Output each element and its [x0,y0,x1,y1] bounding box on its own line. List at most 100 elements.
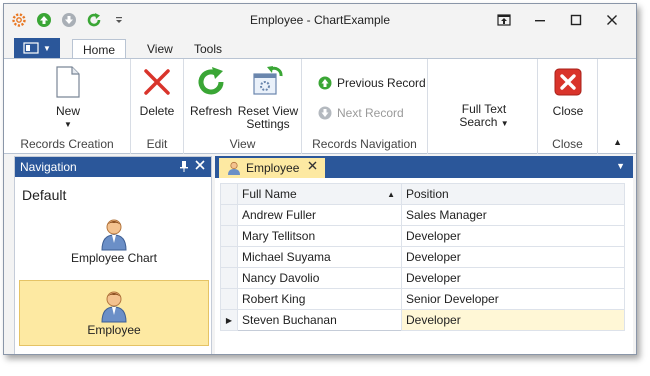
group-records-creation: New ▼ Records Creation [4,59,131,154]
group-edit: Delete Edit [131,59,184,154]
close-window-icon[interactable] [594,10,630,30]
current-row-indicator-icon: ▶ [220,309,238,331]
row-indicator [220,288,238,310]
cell-full-name[interactable]: Steven Buchanan [237,309,402,331]
cell-full-name[interactable]: Andrew Fuller [237,204,402,226]
collapse-ribbon-icon[interactable]: ▲ [613,137,622,147]
employee-icon [228,161,240,175]
nav-item-employee-chart[interactable]: Employee Chart [19,209,209,275]
cell-full-name[interactable]: Robert King [237,288,402,310]
document-tab-bar: Employee ▼ [215,156,633,178]
group-label: View [229,137,256,151]
close-icon [551,65,585,99]
close-button[interactable]: Close [546,65,590,118]
table-row[interactable]: Andrew Fuller Sales Manager [220,204,625,226]
arrow-down-icon [318,106,332,120]
refresh-button[interactable]: Refresh [188,65,234,118]
cell-position[interactable]: Developer [401,225,625,247]
navigation-panel: Navigation Default Employee Chart Employ… [14,156,212,354]
cell-position[interactable]: Developer [401,267,625,289]
new-button[interactable]: New ▼ [42,65,94,131]
reset-view-settings-icon [251,65,285,99]
chevron-down-icon: ▼ [64,120,72,129]
cell-full-name[interactable]: Mary Tellitson [237,225,402,247]
new-label: New [55,104,80,118]
group-label: Records Creation [20,137,114,151]
group-label: Records Navigation [312,137,417,151]
pin-window-icon[interactable] [486,10,522,30]
delete-icon [140,65,174,99]
sort-ascending-icon: ▲ [387,190,395,199]
row-indicator [220,246,238,268]
document-area: Employee ▼ Full Name ▲ Position Andrew F… [215,156,633,354]
delete-label: Delete [139,104,175,118]
cell-position[interactable]: Developer [401,309,625,331]
maximize-icon[interactable] [558,10,594,30]
row-indicator [220,267,238,289]
nav-item-employee[interactable]: Employee [19,280,209,346]
reset-view-label-2: Settings [246,117,290,131]
grid-header-row: Full Name ▲ Position [220,183,625,205]
cell-full-name[interactable]: Nancy Davolio [237,267,402,289]
row-indicator [220,225,238,247]
table-row[interactable]: Michael Suyama Developer [220,246,625,268]
navigation-group-title: Default [22,187,67,203]
close-tab-icon[interactable] [308,161,317,173]
row-indicator-header [220,183,238,205]
close-label: Close [552,104,584,118]
title-bar: Employee - ChartExample [4,4,636,36]
close-icon[interactable] [195,160,205,173]
cell-position[interactable]: Developer [401,246,625,268]
reset-view-settings-button[interactable]: Reset View Settings [237,65,299,131]
group-label: Edit [146,137,168,151]
table-row[interactable]: Nancy Davolio Developer [220,267,625,289]
employee-icon [101,219,127,251]
column-header-position[interactable]: Position [401,183,625,205]
group-view: Refresh Reset View Settings View [184,59,302,154]
chevron-down-icon: ▼ [43,43,51,53]
tab-view[interactable]: View [137,39,183,59]
document-tab-employee[interactable]: Employee [219,158,325,178]
nav-item-label: Employee Chart [70,251,158,265]
employee-grid: Full Name ▲ Position Andrew Fuller Sales … [220,183,625,331]
table-row-current[interactable]: ▶ Steven Buchanan Developer [220,309,625,331]
tab-tools[interactable]: Tools [184,39,232,59]
tab-list-dropdown-icon[interactable]: ▼ [616,161,625,171]
full-text-search-button[interactable]: Full Text Search ▼ [454,103,514,130]
minimize-icon[interactable] [522,10,558,30]
nav-item-label: Employee [87,323,141,337]
group-close: Close Close [538,59,598,154]
navigation-title: Navigation [20,160,77,174]
ribbon: New ▼ Records Creation Delete Edit Refre… [4,58,636,154]
pin-icon[interactable] [179,160,189,175]
next-record-label: Next Record [337,106,404,120]
table-row[interactable]: Robert King Senior Developer [220,288,625,310]
navigation-header: Navigation [15,157,211,177]
app-window: Employee - ChartExample ▼ Home View Tool… [3,3,637,355]
group-label: Close [552,137,583,151]
row-indicator [220,204,238,226]
previous-record-button[interactable]: Previous Record [318,76,426,90]
application-menu-icon [23,42,39,54]
search-label: Search [459,115,498,129]
cell-full-name[interactable]: Michael Suyama [237,246,402,268]
cell-position[interactable]: Sales Manager [401,204,625,226]
document-tab-label: Employee [246,161,300,175]
arrow-up-icon [318,76,332,90]
previous-record-label: Previous Record [337,76,426,90]
refresh-icon [194,65,228,99]
column-header-full-name[interactable]: Full Name ▲ [237,183,402,205]
file-menu-button[interactable]: ▼ [14,38,60,58]
group-records-navigation: Previous Record Next Record Records Navi… [302,59,428,154]
ribbon-tab-row: ▼ Home View Tools [4,36,636,60]
delete-button[interactable]: Delete [135,65,179,118]
table-row[interactable]: Mary Tellitson Developer [220,225,625,247]
tab-home[interactable]: Home [72,39,127,60]
new-document-icon [51,65,85,99]
next-record-button[interactable]: Next Record [318,106,404,120]
cell-position[interactable]: Senior Developer [401,288,625,310]
search-label-row: Search ▼ [459,116,508,130]
employee-icon [101,291,127,323]
group-search: Full Text Search ▼ [428,59,538,154]
column-header-label: Full Name [242,187,297,201]
